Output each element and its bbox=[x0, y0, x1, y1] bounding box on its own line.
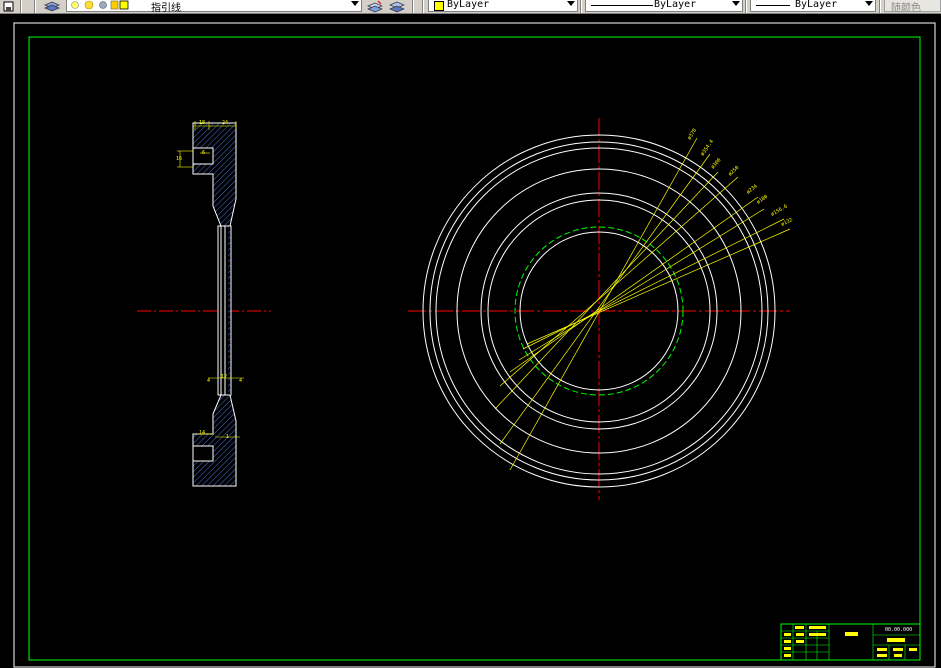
plot-style-dropdown[interactable]: 随颜色 bbox=[884, 0, 941, 14]
dim-mid-right: 4 bbox=[239, 378, 242, 384]
linetype-preview bbox=[591, 5, 653, 6]
sheet-outer-border bbox=[13, 22, 936, 668]
drawing-number: 00.00.000 bbox=[885, 627, 912, 633]
lineweight-dropdown[interactable]: ByLayer bbox=[750, 0, 876, 12]
dia-label-6: ø180 bbox=[756, 194, 769, 206]
dim-groove-depth: 6 bbox=[202, 150, 205, 156]
lineweight-preview bbox=[756, 5, 790, 6]
dim-mid-left: 4 bbox=[207, 378, 210, 384]
lineweight-value: ByLayer bbox=[795, 0, 838, 10]
color-value: ByLayer bbox=[447, 0, 490, 10]
section-upper-body bbox=[192, 122, 237, 227]
chevron-down-icon bbox=[865, 1, 873, 6]
color-dropdown[interactable]: ByLayer bbox=[428, 0, 578, 12]
dia-label-3: ø300 bbox=[710, 157, 723, 170]
dim-top-right: 24 bbox=[222, 120, 228, 126]
dim-bottom-left: 14 bbox=[199, 430, 205, 436]
dim-mid-center: 12 bbox=[221, 374, 227, 380]
lower-groove bbox=[192, 445, 214, 462]
dia-label-5: ø234 bbox=[746, 183, 759, 195]
dim-left-groove: 16 bbox=[176, 156, 182, 162]
properties-toolbar: 指引线 ByLayer ByLayer ByLayer 随颜色 bbox=[0, 0, 941, 14]
color-swatch-icon bbox=[434, 1, 444, 11]
drawing-frame bbox=[28, 36, 921, 661]
section-web-hatch bbox=[228, 226, 231, 395]
layer-state-icon[interactable] bbox=[2, 0, 16, 13]
chevron-down-icon bbox=[732, 1, 740, 6]
title-block[interactable]: 00.00.000 bbox=[780, 623, 921, 661]
dim-top-left: 18 bbox=[199, 120, 205, 126]
section-view[interactable]: 18 24 16 6 4 12 4 14 1 bbox=[137, 120, 271, 487]
layer-manager-icon[interactable] bbox=[42, 0, 62, 13]
lightbulb-icon bbox=[70, 0, 130, 13]
drawing-canvas[interactable]: 18 24 16 6 4 12 4 14 1 ø378 ø354.4 ø300 … bbox=[0, 14, 941, 668]
dia-label-8: ø132 bbox=[780, 217, 793, 228]
make-layer-current-icon[interactable] bbox=[366, 0, 384, 13]
linetype-value: ByLayer bbox=[654, 0, 697, 10]
chevron-down-icon bbox=[567, 1, 575, 6]
dia-label-4: ø250 bbox=[727, 165, 740, 178]
linetype-dropdown[interactable]: ByLayer bbox=[585, 0, 743, 12]
plot-style-value: 随颜色 bbox=[891, 3, 921, 14]
front-view[interactable]: ø378 ø354.4 ø300 ø250 ø234 ø180 ø156.6 ø… bbox=[408, 118, 794, 500]
current-layer-name: 指引线 bbox=[151, 3, 181, 14]
chevron-down-icon bbox=[351, 1, 359, 6]
layer-previous-icon[interactable] bbox=[388, 0, 406, 13]
dia-label-7: ø156.6 bbox=[770, 204, 789, 218]
dia-label-2: ø354.4 bbox=[700, 139, 715, 157]
section-lower-body bbox=[192, 394, 237, 487]
dim-bottom-right: 1 bbox=[226, 434, 229, 440]
layer-dropdown[interactable]: 指引线 bbox=[66, 0, 362, 14]
